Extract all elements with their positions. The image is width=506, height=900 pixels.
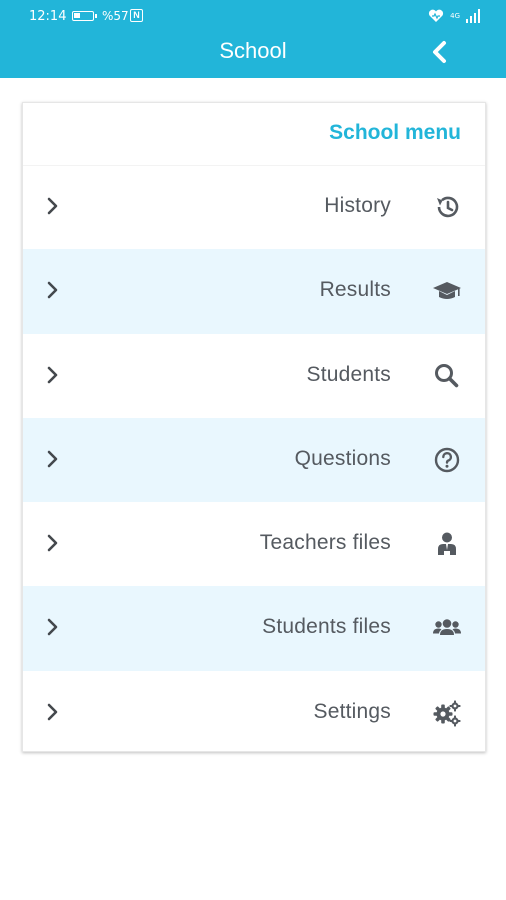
battery-percent: %57 [102, 9, 129, 23]
chevron-right-icon [47, 619, 58, 636]
users-icon [433, 619, 461, 636]
question-circle-icon [434, 447, 460, 473]
history-icon [437, 196, 459, 218]
menu-item-label: Students [306, 362, 391, 386]
menu-list: History Results Students Questions Teach… [23, 165, 485, 755]
status-indicators: 4G [428, 8, 480, 24]
status-bar: 12:14 %57 N 4G [0, 0, 506, 32]
menu-item-label: Results [319, 278, 391, 302]
signal-icon [466, 9, 480, 23]
chevron-right-icon [47, 450, 58, 468]
menu-item-results[interactable]: Results [23, 249, 485, 334]
chevron-left-icon [433, 41, 446, 63]
back-button[interactable] [428, 40, 452, 64]
graduation-cap-icon [433, 282, 461, 300]
menu-item-questions[interactable]: Questions [23, 417, 485, 503]
card-title: School menu [329, 121, 461, 144]
battery-icon [72, 11, 97, 21]
chevron-right-icon [47, 703, 58, 721]
nfc-icon: N [130, 9, 143, 22]
heart-icon [429, 9, 444, 22]
menu-item-label: Questions [294, 446, 391, 470]
menu-item-label: Students files [262, 615, 391, 639]
menu-item-label: History [324, 194, 391, 217]
chevron-right-icon [47, 281, 58, 299]
network-type-label: 4G [450, 11, 460, 20]
menu-item-label: Settings [313, 699, 391, 723]
school-menu-card: School menu History Results Students Que… [22, 102, 486, 752]
search-icon [435, 363, 459, 387]
app-header: 12:14 %57 N 4G School [0, 0, 506, 78]
chevron-right-icon [47, 366, 58, 383]
menu-item-teachers-files[interactable]: Teachers files [23, 502, 485, 586]
menu-item-students-files[interactable]: Students files [23, 586, 485, 671]
cogs-icon [433, 700, 461, 727]
menu-item-students[interactable]: Students [23, 334, 485, 418]
chevron-right-icon [47, 197, 58, 215]
menu-item-label: Teachers files [259, 531, 391, 555]
status-time: 12:14 [29, 9, 67, 24]
menu-item-history[interactable]: History [23, 165, 485, 249]
chevron-right-icon [47, 534, 58, 552]
menu-item-settings[interactable]: Settings [23, 671, 485, 755]
teacher-icon [438, 532, 456, 556]
